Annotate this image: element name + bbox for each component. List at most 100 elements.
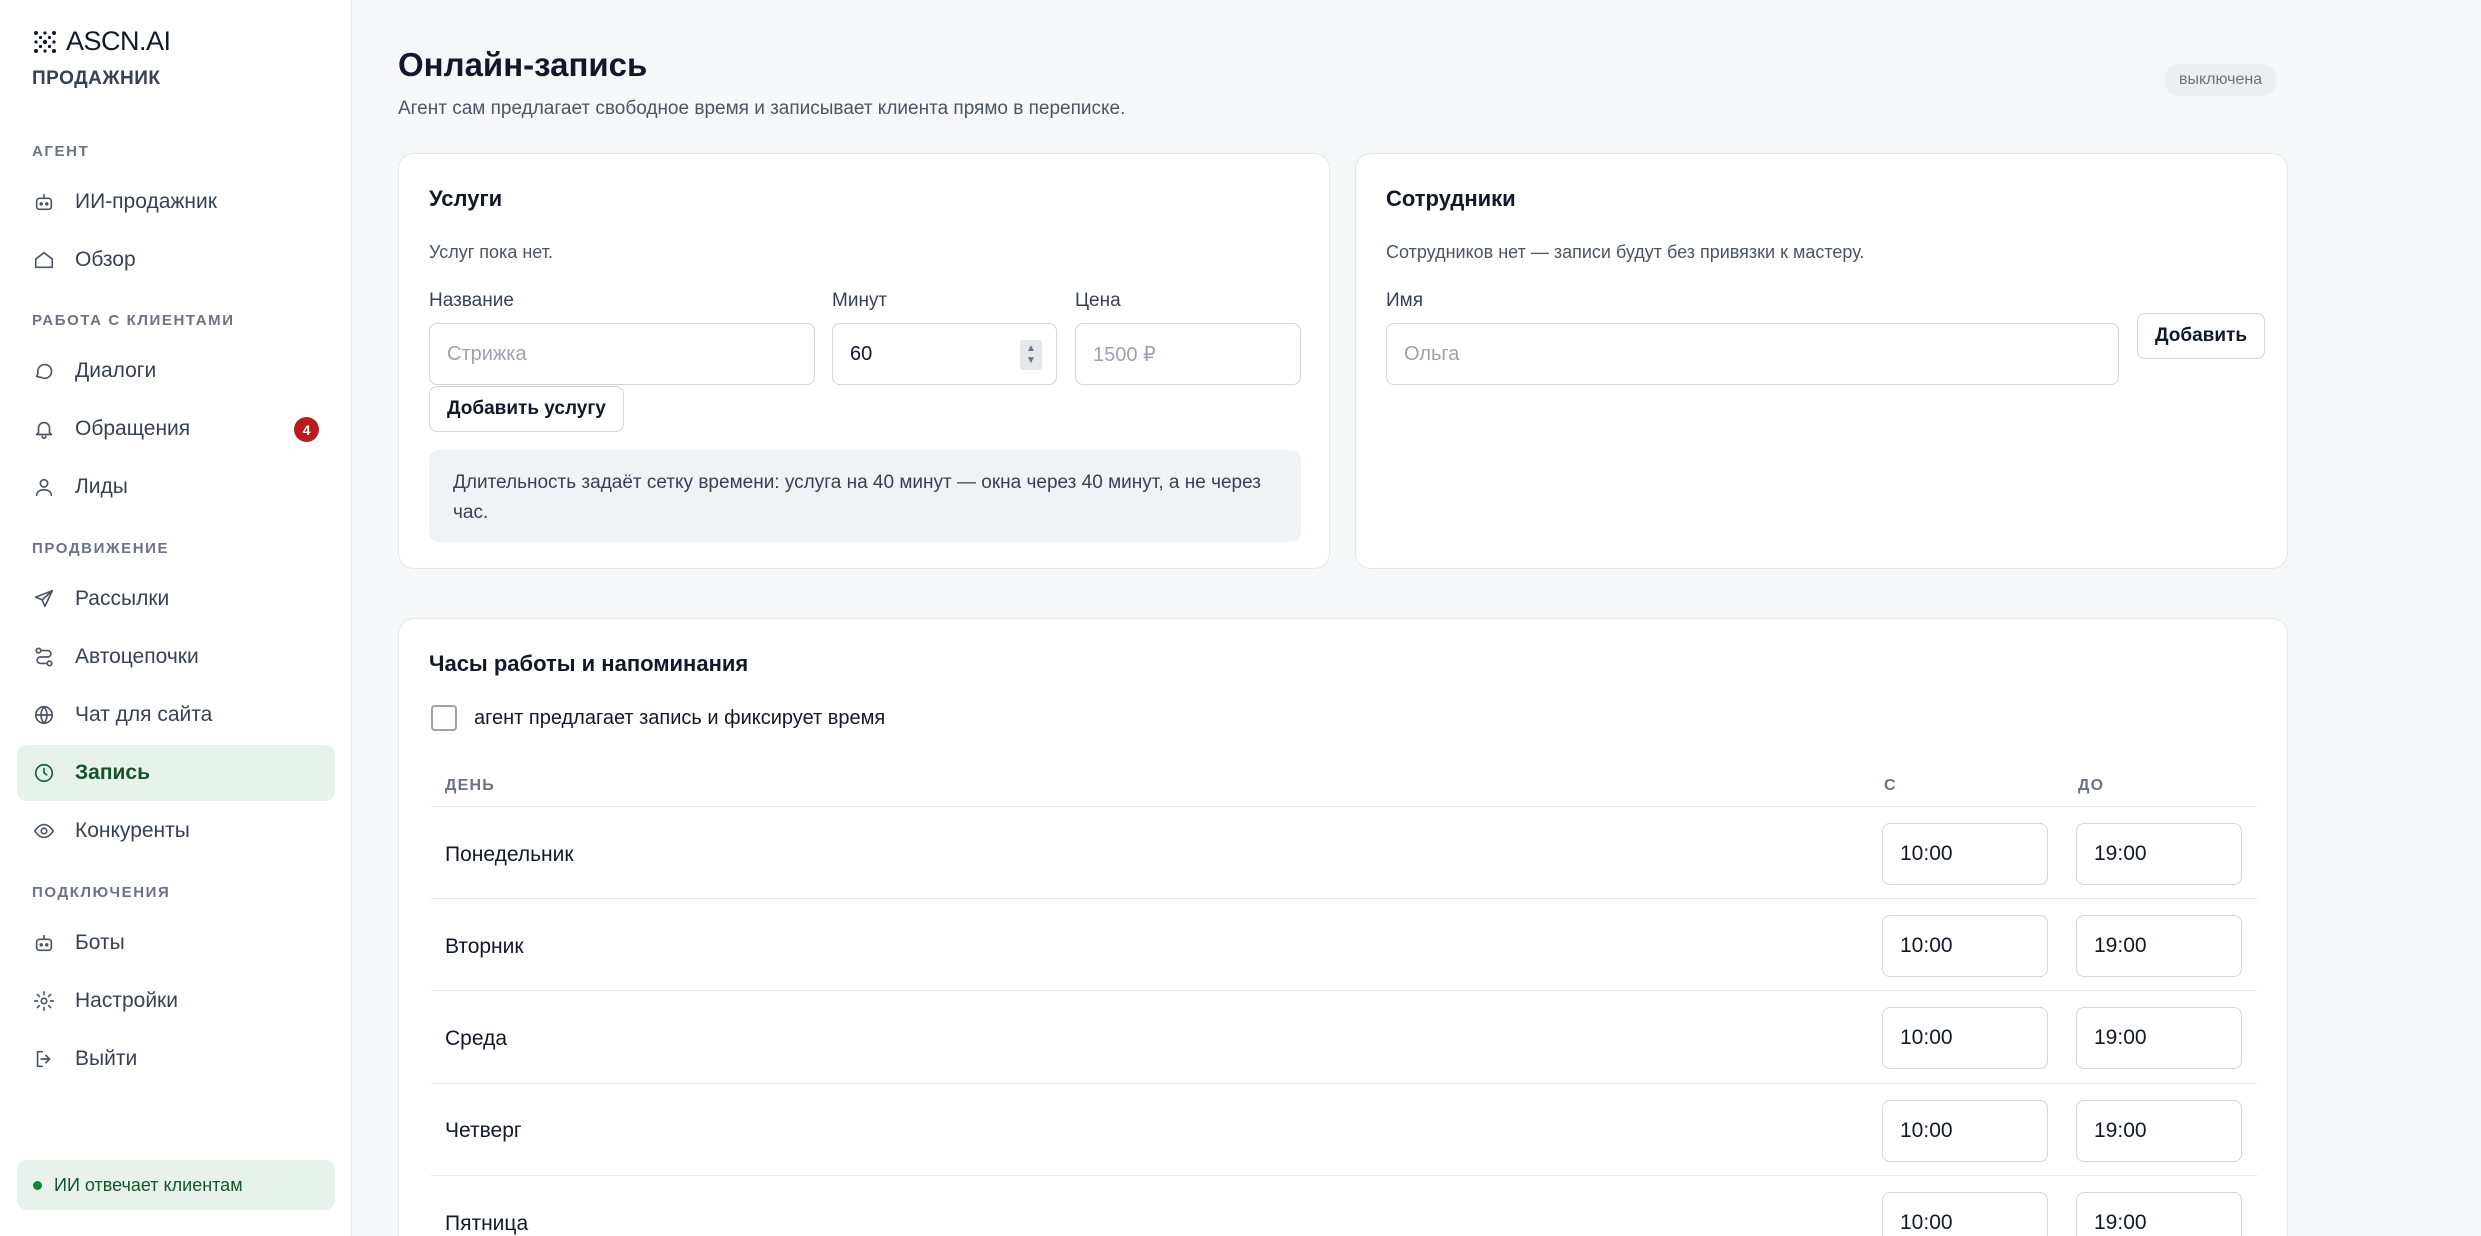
day-name: Понедельник xyxy=(445,843,574,866)
booking-checkbox-label: агент предлагает запись и фиксирует врем… xyxy=(474,706,886,729)
home-icon xyxy=(33,249,55,271)
sidebar-item-sales-ai[interactable]: ИИ-продажник xyxy=(17,174,335,230)
sidebar-item-site-chat[interactable]: Чат для сайта xyxy=(17,687,335,743)
gear-icon xyxy=(33,990,55,1012)
notification-badge: 4 xyxy=(294,417,319,442)
booking-toggle[interactable]: агент предлагает запись и фиксирует врем… xyxy=(431,705,885,731)
sidebar-item-label: Рассылки xyxy=(75,587,170,610)
sidebar-item-label: Лиды xyxy=(75,475,128,498)
time-from-input[interactable]: 10:00 xyxy=(1882,1192,2048,1236)
row-divider xyxy=(431,1175,2257,1176)
sidebar-item-label: Чат для сайта xyxy=(75,703,213,726)
sidebar-item-label: ИИ-продажник xyxy=(75,190,217,213)
product-name: ПРОДАЖНИК xyxy=(32,68,161,89)
hours-card: Часы работы и напоминания агент предлага… xyxy=(398,618,2288,1236)
sidebar-item-label: Обзор xyxy=(75,248,136,271)
eye-icon xyxy=(33,820,55,842)
service-price-label: Цена xyxy=(1075,290,1121,311)
sidebar-item-overview[interactable]: Обзор xyxy=(17,232,335,288)
time-to-input[interactable]: 19:00 xyxy=(2076,1007,2242,1069)
duration-hint: Длительность задаёт сетку времени: услуг… xyxy=(429,450,1301,542)
sidebar-item-bots[interactable]: Боты xyxy=(17,915,335,971)
minutes-stepper[interactable]: ▲ ▼ xyxy=(1020,340,1042,370)
day-name: Среда xyxy=(445,1027,507,1050)
sidebar-item-mailings[interactable]: Рассылки xyxy=(17,571,335,627)
time-to-input[interactable]: 19:00 xyxy=(2076,1192,2242,1236)
chevron-down-icon[interactable]: ▼ xyxy=(1026,356,1036,366)
service-name-label: Название xyxy=(429,290,514,311)
sidebar-item-logout[interactable]: Выйти xyxy=(17,1031,335,1087)
sidebar-item-leads[interactable]: Лиды xyxy=(17,459,335,515)
time-from-input[interactable]: 10:00 xyxy=(1882,1100,2048,1162)
sidebar-item-label: Диалоги xyxy=(75,359,157,382)
staff-name-input[interactable]: Ольга xyxy=(1386,323,2119,385)
staff-empty-text: Сотрудников нет — записи будут без привя… xyxy=(1386,242,1865,262)
chat-icon xyxy=(33,360,55,382)
services-empty-text: Услуг пока нет. xyxy=(429,242,553,262)
logo[interactable]: ASCN.AI xyxy=(32,26,171,57)
time-to-input[interactable]: 19:00 xyxy=(2076,915,2242,977)
status-text: ИИ отвечает клиентам xyxy=(54,1174,243,1195)
time-to-input[interactable]: 19:00 xyxy=(2076,1100,2242,1162)
route-icon xyxy=(33,646,55,668)
row-divider xyxy=(431,898,2257,899)
section-label-connections: ПОДКЛЮЧЕНИЯ xyxy=(32,884,171,901)
column-header-from: С xyxy=(1884,777,1897,794)
staff-title: Сотрудники xyxy=(1386,186,1516,211)
sidebar-item-dialogs[interactable]: Диалоги xyxy=(17,343,335,399)
booking-checkbox[interactable] xyxy=(431,705,457,731)
status-badge: выключена xyxy=(2164,64,2278,96)
section-label-agent: АГЕНТ xyxy=(32,143,90,160)
sidebar-item-label: Запись xyxy=(75,761,151,784)
bell-icon xyxy=(33,418,55,440)
sidebar-item-label: Боты xyxy=(75,931,125,954)
time-from-input[interactable]: 10:00 xyxy=(1882,915,2048,977)
sidebar-item-label: Обращения xyxy=(75,417,191,440)
column-header-to: ДО xyxy=(2078,777,2105,794)
globe-icon xyxy=(33,704,55,726)
service-minutes-label: Минут xyxy=(832,290,888,311)
page-subtitle: Агент сам предлагает свободное время и з… xyxy=(398,98,1126,119)
sidebar-item-settings[interactable]: Настройки xyxy=(17,973,335,1029)
logout-icon xyxy=(33,1048,55,1070)
robot-icon xyxy=(33,191,55,213)
sidebar-item-label: Конкуренты xyxy=(75,819,190,842)
add-staff-button[interactable]: Добавить xyxy=(2137,313,2266,359)
logo-icon xyxy=(34,30,56,53)
time-from-input[interactable]: 10:00 xyxy=(1882,1007,2048,1069)
brand-name: ASCN.AI xyxy=(66,26,171,56)
sidebar-item-competitors[interactable]: Конкуренты xyxy=(17,803,335,859)
chevron-up-icon[interactable]: ▲ xyxy=(1026,344,1036,354)
service-price-input[interactable]: 1500 ₽ xyxy=(1075,323,1301,385)
time-from-input[interactable]: 10:00 xyxy=(1882,823,2048,885)
section-label-clients: РАБОТА С КЛИЕНТАМИ xyxy=(32,312,235,329)
sidebar-item-label: Настройки xyxy=(75,989,178,1012)
service-name-input[interactable]: Стрижка xyxy=(429,323,815,385)
day-name: Четверг xyxy=(445,1119,522,1142)
clock-icon xyxy=(33,762,55,784)
day-name: Пятница xyxy=(445,1212,529,1235)
day-name: Вторник xyxy=(445,935,524,958)
ai-status: ИИ отвечает клиентам xyxy=(17,1160,335,1210)
minutes-value: 60 xyxy=(850,342,873,365)
column-header-day: ДЕНЬ xyxy=(445,777,495,794)
robot-icon xyxy=(33,932,55,954)
sidebar-item-label: Выйти xyxy=(75,1047,138,1070)
sidebar-item-autochains[interactable]: Автоцепочки xyxy=(17,629,335,685)
services-card: Услуги Услуг пока нет. Название Минут Це… xyxy=(398,153,1330,569)
sidebar-item-booking[interactable]: Запись xyxy=(17,745,335,801)
send-icon xyxy=(33,588,55,610)
table-header-divider xyxy=(431,806,2257,807)
staff-name-label: Имя xyxy=(1386,290,1424,311)
sidebar: ASCN.AI ПРОДАЖНИК АГЕНТ ИИ-продажник Обз… xyxy=(0,0,352,1236)
time-to-input[interactable]: 19:00 xyxy=(2076,823,2242,885)
service-minutes-input[interactable]: 60 ▲ ▼ xyxy=(832,323,1057,385)
page-title: Онлайн-запись xyxy=(398,46,648,83)
services-title: Услуги xyxy=(429,186,503,211)
hours-title: Часы работы и напоминания xyxy=(429,651,749,676)
row-divider xyxy=(431,990,2257,991)
sidebar-item-requests[interactable]: Обращения 4 xyxy=(17,401,335,457)
add-service-button[interactable]: Добавить услугу xyxy=(429,386,624,432)
section-label-promotion: ПРОДВИЖЕНИЕ xyxy=(32,540,170,557)
row-divider xyxy=(431,1083,2257,1084)
